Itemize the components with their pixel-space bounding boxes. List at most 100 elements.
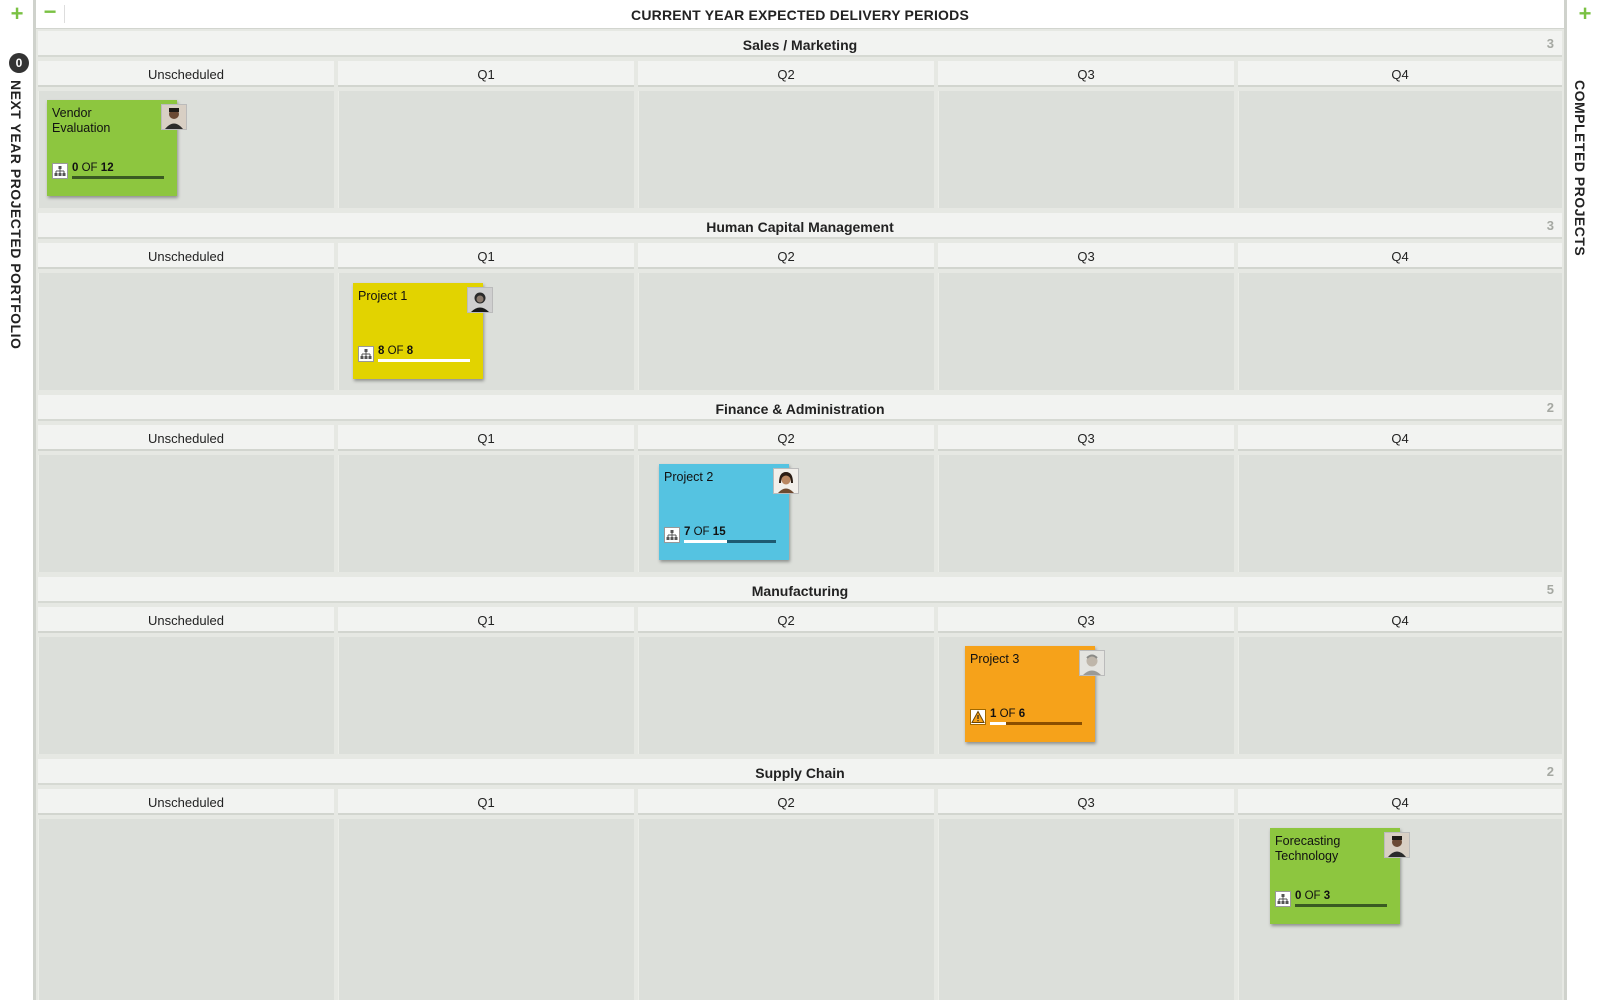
project-card-project-3[interactable]: Project 3 1 OF 6 bbox=[965, 646, 1105, 742]
column-q3: Q3 bbox=[938, 789, 1234, 815]
section-header[interactable]: Supply Chain 2 bbox=[38, 759, 1562, 785]
progress-done: 0 bbox=[1295, 890, 1302, 902]
lane-q4[interactable] bbox=[1238, 91, 1562, 208]
progress-text: 8 OF 8 bbox=[378, 345, 413, 357]
section-title[interactable]: Finance & Administration bbox=[38, 401, 1562, 417]
lane-q2[interactable] bbox=[638, 637, 934, 754]
warning-icon bbox=[970, 709, 986, 725]
section-sales-marketing: Sales / Marketing 3 Unscheduled Q1 Q2 Q3… bbox=[38, 31, 1562, 208]
progress-bar bbox=[72, 176, 164, 179]
section-title[interactable]: Manufacturing bbox=[38, 583, 1562, 599]
column-q2: Q2 bbox=[638, 607, 934, 633]
progress-total: 8 bbox=[406, 345, 414, 357]
section-count: 3 bbox=[1546, 218, 1554, 233]
project-card-forecasting-technology[interactable]: Forecasting Technology 0 OF 3 bbox=[1270, 828, 1410, 924]
section-header[interactable]: Sales / Marketing 3 bbox=[38, 31, 1562, 57]
progress-total: 15 bbox=[712, 526, 726, 538]
lane-unscheduled[interactable] bbox=[38, 273, 334, 390]
avatar-man-icon[interactable] bbox=[1384, 832, 1410, 858]
lane-q1[interactable] bbox=[338, 637, 634, 754]
avatar-woman-icon[interactable] bbox=[773, 468, 799, 494]
lane-q3[interactable] bbox=[938, 455, 1234, 572]
column-q1: Q1 bbox=[338, 607, 634, 633]
progress-of: OF bbox=[999, 708, 1016, 720]
project-card-project-1[interactable]: Project 1 8 OF 8 bbox=[353, 283, 493, 379]
lane-q1[interactable] bbox=[338, 91, 634, 208]
lane-q1[interactable] bbox=[338, 819, 634, 1000]
lane-unscheduled[interactable] bbox=[38, 819, 334, 1000]
section-title[interactable]: Sales / Marketing bbox=[38, 37, 1562, 53]
section-count: 2 bbox=[1546, 400, 1554, 415]
progress-done: 7 bbox=[684, 526, 691, 538]
lane-q4[interactable] bbox=[1238, 637, 1562, 754]
lane-q3[interactable] bbox=[938, 819, 1234, 1000]
section-title[interactable]: Supply Chain bbox=[38, 765, 1562, 781]
next-year-rail: + 0 NEXT YEAR PROJECTED PORTFOLIO bbox=[0, 0, 36, 1000]
project-card-project-2[interactable]: Project 2 7 OF 15 bbox=[659, 464, 799, 560]
progress-of: OF bbox=[387, 345, 404, 357]
progress-fill bbox=[378, 359, 470, 362]
column-q1: Q1 bbox=[338, 425, 634, 451]
progress-text: 1 OF 6 bbox=[990, 708, 1025, 720]
section-header[interactable]: Human Capital Management 3 bbox=[38, 213, 1562, 239]
add-next-year-button[interactable]: + bbox=[8, 3, 26, 25]
column-unscheduled: Unscheduled bbox=[38, 789, 334, 815]
org-chart-icon bbox=[52, 163, 68, 179]
column-q1: Q1 bbox=[338, 789, 634, 815]
card-title: Vendor Evaluation bbox=[52, 106, 111, 135]
progress-total: 6 bbox=[1018, 708, 1026, 720]
progress-bar bbox=[378, 359, 470, 362]
column-q2: Q2 bbox=[638, 61, 934, 87]
section-header[interactable]: Finance & Administration 2 bbox=[38, 395, 1562, 421]
avatar-person-icon[interactable] bbox=[467, 287, 493, 313]
section-header[interactable]: Manufacturing 5 bbox=[38, 577, 1562, 603]
lane-q4[interactable] bbox=[1238, 455, 1562, 572]
lane-unscheduled[interactable] bbox=[38, 455, 334, 572]
completed-projects-label[interactable]: COMPLETED PROJECTS bbox=[1572, 80, 1588, 256]
progress-bar bbox=[1295, 904, 1387, 907]
progress-of: OF bbox=[1304, 890, 1321, 902]
lane-q3[interactable] bbox=[938, 273, 1234, 390]
add-completed-button[interactable]: + bbox=[1576, 3, 1594, 25]
column-unscheduled: Unscheduled bbox=[38, 61, 334, 87]
org-chart-icon bbox=[358, 346, 374, 362]
lane-q2[interactable] bbox=[638, 273, 934, 390]
next-year-portfolio-label[interactable]: NEXT YEAR PROJECTED PORTFOLIO bbox=[8, 80, 24, 349]
section-title[interactable]: Human Capital Management bbox=[38, 219, 1562, 235]
section-finance-admin: Finance & Administration 2 Unscheduled Q… bbox=[38, 395, 1562, 572]
progress-fill bbox=[684, 540, 728, 543]
lane-q1[interactable] bbox=[338, 455, 634, 572]
section-manufacturing: Manufacturing 5 Unscheduled Q1 Q2 Q3 Q4 bbox=[38, 577, 1562, 754]
column-q4: Q4 bbox=[1238, 607, 1562, 633]
project-card-vendor-evaluation[interactable]: Vendor Evaluation 0 OF 12 bbox=[47, 100, 187, 196]
column-q4: Q4 bbox=[1238, 425, 1562, 451]
column-q4: Q4 bbox=[1238, 61, 1562, 87]
lane-unscheduled[interactable] bbox=[38, 637, 334, 754]
column-unscheduled: Unscheduled bbox=[38, 243, 334, 269]
progress-bar bbox=[990, 722, 1082, 725]
section-count: 5 bbox=[1546, 582, 1554, 597]
board-title: CURRENT YEAR EXPECTED DELIVERY PERIODS bbox=[631, 7, 969, 23]
progress-text: 7 OF 15 bbox=[684, 526, 726, 538]
org-chart-icon bbox=[1275, 891, 1291, 907]
progress-fill bbox=[990, 722, 1006, 725]
lane-q3[interactable] bbox=[938, 91, 1234, 208]
progress-done: 1 bbox=[990, 708, 997, 720]
progress-text: 0 OF 12 bbox=[72, 162, 114, 174]
column-q1: Q1 bbox=[338, 243, 634, 269]
avatar-man-icon[interactable] bbox=[161, 104, 187, 130]
avatar-man-icon[interactable] bbox=[1079, 650, 1105, 676]
column-q3: Q3 bbox=[938, 243, 1234, 269]
column-q4: Q4 bbox=[1238, 243, 1562, 269]
lane-q2[interactable] bbox=[638, 91, 934, 208]
section-count: 3 bbox=[1546, 36, 1554, 51]
column-q4: Q4 bbox=[1238, 789, 1562, 815]
progress-of: OF bbox=[693, 526, 710, 538]
progress-done: 0 bbox=[72, 162, 79, 174]
column-q3: Q3 bbox=[938, 607, 1234, 633]
lane-q4[interactable] bbox=[1238, 273, 1562, 390]
column-q2: Q2 bbox=[638, 789, 934, 815]
lane-q2[interactable] bbox=[638, 819, 934, 1000]
section-human-capital: Human Capital Management 3 Unscheduled Q… bbox=[38, 213, 1562, 390]
org-chart-icon bbox=[664, 527, 680, 543]
